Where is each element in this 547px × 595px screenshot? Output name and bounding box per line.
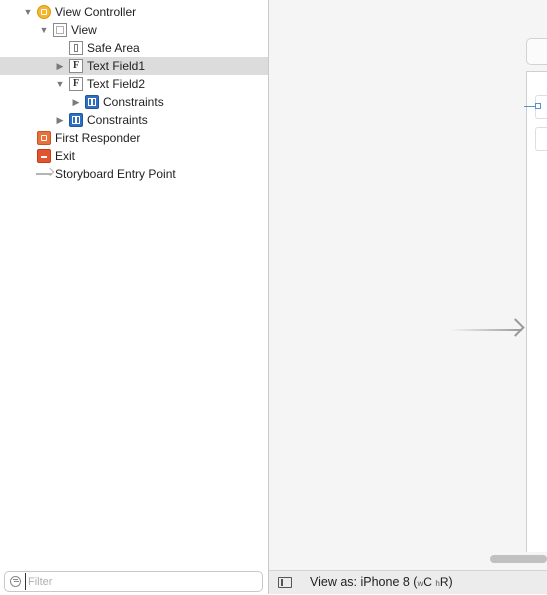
outline-item-label: First Responder: [55, 131, 141, 145]
outline-row-view-controller[interactable]: ▼ View Controller: [0, 3, 268, 21]
outline-item-label: Text Field2: [87, 77, 146, 91]
filter-icon[interactable]: [10, 576, 21, 587]
outline-row-storyboard-entry-point[interactable]: Storyboard Entry Point: [0, 165, 268, 183]
view-controller-icon: [37, 5, 51, 19]
constraint-marker[interactable]: [524, 103, 541, 109]
text-field2-canvas[interactable]: [535, 127, 547, 151]
width-class: C: [423, 575, 432, 589]
outline-row-first-responder[interactable]: First Responder: [0, 129, 268, 147]
disclosure-expanded-icon[interactable]: ▼: [22, 3, 34, 21]
outline-item-label: Safe Area: [87, 41, 140, 55]
view-as-suffix: ): [448, 575, 453, 589]
canvas-bottom-bar: View as: iPhone 8 (wC hR): [269, 570, 547, 594]
outline-row-text-field2-constraints[interactable]: ▶ Constraints: [0, 93, 268, 111]
storyboard-canvas[interactable]: [269, 0, 547, 570]
disclosure-collapsed-icon[interactable]: ▶: [54, 57, 66, 75]
outline-item-label: Exit: [55, 149, 76, 163]
outline-item-label: View: [71, 23, 97, 37]
entry-point-arrow-icon: [36, 173, 52, 175]
first-responder-icon: [37, 131, 51, 145]
filter-bar: [4, 571, 263, 592]
constraints-icon: [85, 95, 99, 109]
document-outline: ▼ View Controller ▼ View Safe Area ▶ F T…: [0, 0, 268, 594]
text-field-icon: F: [69, 59, 83, 73]
outline-row-text-field2[interactable]: ▼ F Text Field2: [0, 75, 268, 93]
outline-item-label: Storyboard Entry Point: [55, 167, 176, 181]
toggle-outline-icon[interactable]: [278, 577, 292, 588]
outline-row-text-field1[interactable]: ▶ F Text Field1: [0, 57, 268, 75]
outline-item-label: Text Field1: [87, 59, 146, 73]
scene-dock[interactable]: [526, 38, 547, 65]
view-as-button[interactable]: View as: iPhone 8 (wC hR): [310, 571, 453, 594]
disclosure-collapsed-icon[interactable]: ▶: [54, 111, 66, 129]
text-field-icon: F: [69, 77, 83, 91]
disclosure-collapsed-icon[interactable]: ▶: [70, 93, 82, 111]
horizontal-scrollbar[interactable]: [490, 555, 547, 563]
outline-row-view-constraints[interactable]: ▶ Constraints: [0, 111, 268, 129]
exit-icon: [37, 149, 51, 163]
safe-area-icon: [69, 41, 83, 55]
view-as-device-label: View as: iPhone 8 (: [310, 575, 418, 589]
outline-row-view[interactable]: ▼ View: [0, 21, 268, 39]
outline-row-safe-area[interactable]: Safe Area: [0, 39, 268, 57]
outline-item-label: View Controller: [55, 5, 137, 19]
disclosure-expanded-icon[interactable]: ▼: [38, 21, 50, 39]
outline-item-label: Constraints: [103, 95, 164, 109]
outline-row-exit[interactable]: Exit: [0, 147, 268, 165]
view-icon: [53, 23, 67, 37]
height-class: R: [439, 575, 449, 589]
filter-input[interactable]: [25, 573, 258, 590]
disclosure-expanded-icon[interactable]: ▼: [54, 75, 66, 93]
outline-item-label: Constraints: [87, 113, 148, 127]
constraints-icon: [69, 113, 83, 127]
